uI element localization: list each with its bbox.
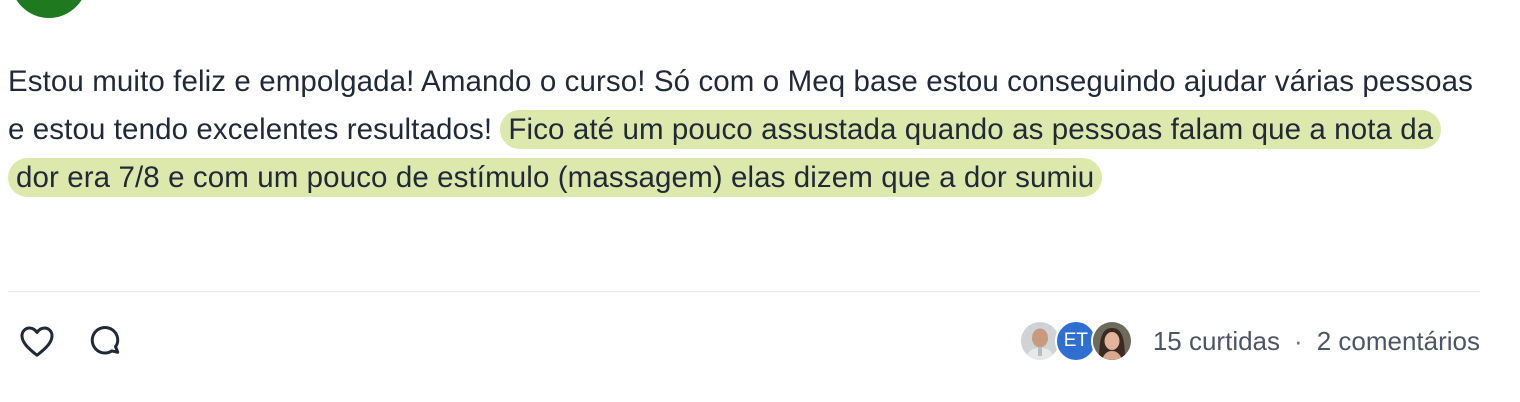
post-actions [18, 322, 124, 360]
like-button[interactable] [18, 322, 56, 360]
likes-count[interactable]: 15 curtidas [1153, 326, 1280, 357]
liker-avatar-3 [1090, 320, 1133, 362]
post-paragraph: Estou muito feliz e empolgada! Amando o … [8, 58, 1478, 202]
heart-icon [20, 326, 54, 357]
post-stats: ET 15 curtidas · 2 comentários [1018, 319, 1480, 363]
comment-button[interactable] [86, 322, 124, 360]
liker-initials: ET [1063, 330, 1088, 351]
comments-count[interactable]: 2 comentários [1317, 326, 1480, 357]
post-body: Estou muito feliz e empolgada! Amando o … [8, 58, 1478, 202]
comment-bubble-icon [90, 326, 120, 355]
post-card: Estou muito feliz e empolgada! Amando o … [0, 0, 1520, 402]
divider [8, 291, 1480, 292]
likers-avatars[interactable]: ET [1018, 320, 1133, 362]
author-avatar[interactable] [10, 0, 88, 18]
stats-separator: · [1294, 325, 1303, 356]
